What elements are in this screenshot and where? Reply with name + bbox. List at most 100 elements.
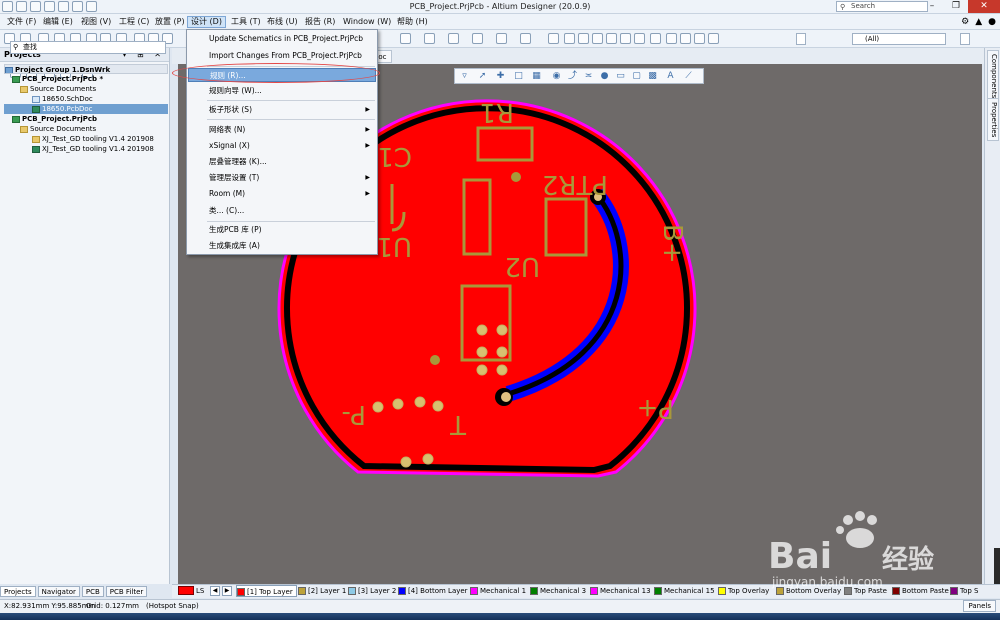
menu-file[interactable]: 文件 (F) — [4, 16, 39, 28]
restore-button[interactable]: ❐ — [944, 0, 968, 13]
status-coordinates: X:82.931mm Y:95.885mm — [4, 602, 96, 610]
arc-icon[interactable] — [620, 33, 631, 44]
diff-pair-icon[interactable] — [578, 33, 589, 44]
layer-tab[interactable]: Top Overlay — [718, 585, 769, 597]
menu-edit[interactable]: 编辑 (E) — [40, 16, 76, 28]
menu-item-import-changes[interactable]: Import Changes From PCB_Project.PrjPcb — [188, 49, 376, 63]
fill-icon[interactable] — [634, 33, 645, 44]
project-search-input[interactable]: ⚲ 查找 — [10, 41, 166, 54]
distribute-icon[interactable] — [448, 33, 459, 44]
close-button[interactable]: ✕ — [968, 0, 1000, 13]
menu-item-xsignal[interactable]: xSignal (X) ▶ — [188, 139, 376, 153]
tree-item-pcbdoc[interactable]: XJ_Test_GD tooling V1.4 201908 — [4, 144, 168, 154]
menu-item-manage-layer-sets[interactable]: 管理层设置 (T) ▶ — [188, 171, 376, 185]
menu-help[interactable]: 帮助 (H) — [394, 16, 431, 28]
tab-navigator[interactable]: Navigator — [37, 586, 80, 597]
tab-properties[interactable]: Properties — [987, 98, 999, 142]
polygon-icon[interactable] — [650, 33, 661, 44]
tab-components[interactable]: Components — [987, 50, 999, 103]
layer-tab[interactable]: Mechanical 15 — [654, 585, 715, 597]
current-layer-swatch[interactable] — [178, 586, 194, 595]
menu-project[interactable]: 工程 (C) — [116, 16, 152, 28]
tree-item-project[interactable]: PCB_Project.PrjPcb — [4, 114, 168, 124]
component-icon[interactable]: ▦ — [531, 71, 542, 82]
tree-item-source-folder[interactable]: Source Documents — [4, 124, 168, 134]
layer-tab[interactable]: [2] Layer 1 — [298, 585, 346, 597]
menu-item-rule-wizard[interactable]: 规则向导 (W)... — [188, 84, 376, 98]
menu-reports[interactable]: 报告 (R) — [302, 16, 338, 28]
menu-item-room[interactable]: Room (M) ▶ — [188, 187, 376, 201]
folder-icon — [20, 85, 28, 93]
menu-item-layer-stack-manager[interactable]: 层叠管理器 (K)... — [188, 155, 376, 169]
tab-pcb-filter[interactable]: PCB Filter — [105, 586, 148, 597]
tree-item-project[interactable]: PCB_Project.PrjPcb * — [4, 74, 168, 84]
layer-next-button[interactable]: ▶ — [222, 586, 232, 596]
keepout-icon[interactable]: ▢ — [631, 71, 642, 82]
dropdown-1[interactable] — [796, 33, 806, 45]
layer-tab[interactable]: [1] Top Layer — [236, 585, 297, 597]
minimize-button[interactable]: – — [920, 0, 944, 13]
layer-tab[interactable]: [4] Bottom Layer — [398, 585, 468, 597]
line-icon[interactable]: ⟋ — [683, 71, 694, 82]
layer-tab[interactable]: Mechanical 13 — [590, 585, 651, 597]
menu-item-board-shape[interactable]: 板子形状 (S) ▶ — [188, 103, 376, 117]
layer-tab[interactable]: [3] Layer 2 — [348, 585, 396, 597]
pad-icon[interactable] — [592, 33, 603, 44]
pad — [400, 456, 412, 468]
layer-prev-button[interactable]: ◀ — [210, 586, 220, 596]
pad-icon[interactable]: ● — [599, 71, 610, 82]
select-icon[interactable]: ➚ — [477, 71, 488, 82]
menu-item-update-schematics[interactable]: Update Schematics in PCB_Project.PrjPcb — [188, 32, 376, 46]
filter-select[interactable]: (All) — [852, 33, 946, 45]
search-input[interactable]: ⚲ Search — [836, 1, 928, 12]
polygon-icon[interactable]: ▭ — [615, 71, 626, 82]
route-icon[interactable]: ⤴ — [567, 71, 578, 82]
tree-item-schdoc[interactable]: 18650.SchDoc — [4, 94, 168, 104]
move-icon[interactable]: ✚ — [495, 71, 506, 82]
track-icon[interactable] — [548, 33, 559, 44]
tree-item-source-folder[interactable]: Source Documents — [4, 84, 168, 94]
diff-pair-icon[interactable]: ≍ — [583, 71, 594, 82]
tab-projects[interactable]: Projects — [0, 586, 36, 597]
panels-button[interactable]: Panels — [963, 600, 996, 612]
dropdown-2[interactable] — [960, 33, 970, 45]
menu-design[interactable]: 设计 (D) — [187, 16, 226, 28]
gear-icon[interactable]: ⚙ — [961, 17, 969, 27]
menu-item-netlist[interactable]: 网络表 (N) ▶ — [188, 123, 376, 137]
dimension-icon[interactable] — [520, 33, 531, 44]
tree-item-pcbdoc[interactable]: 18650.PcbDoc — [4, 104, 168, 114]
line-icon[interactable] — [708, 33, 719, 44]
menu-tools[interactable]: 工具 (T) — [228, 16, 264, 28]
layer-tab-label: [4] Bottom Layer — [408, 587, 468, 595]
layer-tab[interactable]: Mechanical 1 — [470, 585, 526, 597]
layer-tab[interactable]: Mechanical 3 — [530, 585, 586, 597]
menu-view[interactable]: 视图 (V) — [78, 16, 114, 28]
menu-item-classes[interactable]: 类... (C)... — [188, 204, 376, 218]
menu-route[interactable]: 布线 (U) — [264, 16, 301, 28]
vertical-scrollbar[interactable] — [994, 548, 1000, 584]
menu-place[interactable]: 放置 (P) — [152, 16, 188, 28]
bell-icon[interactable]: ▲ — [975, 17, 982, 27]
via-icon[interactable]: ◉ — [551, 71, 562, 82]
interactive-route-icon[interactable] — [564, 33, 575, 44]
project-icon — [12, 115, 20, 123]
select-icon[interactable] — [472, 33, 483, 44]
menu-item-make-pcb-library[interactable]: 生成PCB 库 (P) — [188, 223, 376, 237]
route-icon[interactable] — [400, 33, 411, 44]
grid-icon[interactable] — [496, 33, 507, 44]
user-icon[interactable]: ● — [988, 17, 996, 27]
menu-item-make-integrated-library[interactable]: 生成集成库 (A) — [188, 239, 376, 253]
fill-icon[interactable]: ▩ — [647, 71, 658, 82]
component-icon[interactable] — [680, 33, 691, 44]
menu-window[interactable]: Window (W) — [340, 16, 394, 28]
region-icon[interactable] — [666, 33, 677, 44]
align-icon[interactable] — [424, 33, 435, 44]
text-icon[interactable]: A — [665, 71, 676, 82]
tree-item-folder[interactable]: XJ_Test_GD tooling V1.4 201908 — [4, 134, 168, 144]
tab-pcb[interactable]: PCB — [81, 586, 104, 597]
tree-item-project-group[interactable]: Project Group 1.DsnWrk — [4, 64, 168, 74]
rect-select-icon[interactable]: □ — [513, 71, 524, 82]
via-icon[interactable] — [606, 33, 617, 44]
filter-icon[interactable]: ▿ — [459, 71, 470, 82]
text-icon[interactable] — [694, 33, 705, 44]
